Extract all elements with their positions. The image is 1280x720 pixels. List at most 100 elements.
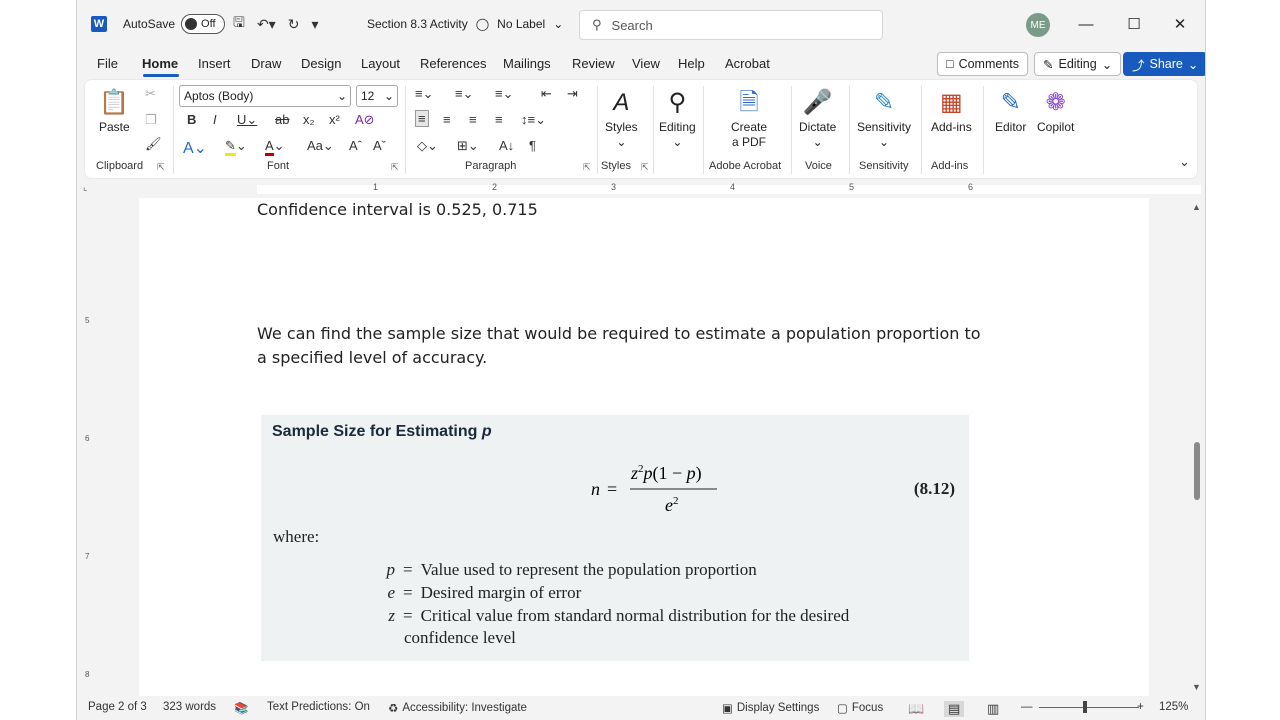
paragraph-line-2[interactable]: a specified level of accuracy. (257, 346, 487, 370)
sort-icon[interactable]: A↓ (499, 138, 514, 153)
justify-icon[interactable]: ≡ (495, 112, 503, 127)
decrease-indent-icon[interactable]: ⇤ (541, 86, 552, 102)
subscript-icon[interactable]: x₂ (303, 112, 315, 127)
grow-font-icon[interactable]: Aˆ (349, 138, 362, 153)
comments-button[interactable]: □ Comments (937, 52, 1028, 76)
paste-button[interactable]: 📋 Paste (99, 86, 130, 135)
tab-draw[interactable]: Draw (251, 56, 281, 71)
zoom-in-icon[interactable]: + (1137, 701, 1144, 713)
zoom-level[interactable]: 125% (1159, 701, 1188, 713)
sensitivity-label[interactable]: No Label (497, 17, 545, 31)
zoom-slider-thumb[interactable] (1083, 701, 1087, 713)
show-marks-icon[interactable]: ¶ (529, 138, 536, 153)
align-right-icon[interactable]: ≡ (469, 112, 477, 127)
increase-indent-icon[interactable]: ⇥ (567, 86, 578, 102)
paragraph-line-1[interactable]: We can find the sample size that would b… (257, 322, 981, 346)
tab-selector-icon[interactable]: ⌞ (83, 182, 87, 193)
styles-button[interactable]: A Styles ⌄ (605, 86, 638, 150)
zoom-out-icon[interactable]: — (1021, 701, 1033, 713)
scroll-down-icon[interactable]: ▼ (1192, 682, 1201, 692)
tab-design[interactable]: Design (301, 56, 341, 71)
page-count[interactable]: Page 2 of 3 (88, 701, 147, 713)
close-icon[interactable]: ✕ (1157, 0, 1203, 48)
tab-help[interactable]: Help (678, 56, 705, 71)
undo-icon[interactable]: ↶▾ (257, 16, 276, 33)
proofing-icon[interactable]: 📚 (234, 701, 248, 715)
collapse-ribbon-icon[interactable]: ⌄ (1179, 154, 1190, 170)
search-input[interactable]: Search (612, 18, 653, 33)
bold-icon[interactable]: B (187, 112, 196, 127)
tab-view[interactable]: View (632, 56, 660, 71)
share-button[interactable]: ⤴ Share ⌄ (1123, 52, 1205, 76)
tab-references[interactable]: References (420, 56, 486, 71)
clear-formatting-icon[interactable]: A⊘ (355, 112, 375, 128)
tab-mailings[interactable]: Mailings (503, 56, 551, 71)
dialog-launcher-icon[interactable]: ⇱ (641, 162, 649, 173)
editing-button[interactable]: ⚲ Editing ⌄ (659, 86, 696, 150)
dialog-launcher-icon[interactable]: ⇱ (583, 162, 591, 173)
dialog-launcher-icon[interactable]: ⇱ (157, 162, 165, 173)
display-settings[interactable]: ▣ Display Settings (722, 701, 819, 715)
borders-icon[interactable]: ⊞⌄ (457, 138, 479, 154)
accessibility-status[interactable]: ♻ Accessibility: Investigate (388, 701, 527, 715)
avatar[interactable]: ME (1026, 13, 1050, 37)
add-ins-button[interactable]: ▦ Add-ins (931, 86, 972, 135)
create-pdf-button[interactable]: 🗎 Create a PDF (731, 86, 767, 150)
dictate-button[interactable]: 🎤 Dictate ⌄ (799, 86, 836, 150)
document-page[interactable]: Confidence interval is 0.525, 0.715 We c… (139, 198, 1149, 696)
sensitivity-button[interactable]: ✎ Sensitivity ⌄ (857, 86, 911, 150)
font-size-select[interactable]: 12 ⌄ (356, 85, 398, 107)
vertical-scrollbar[interactable]: ▲ ▼ (1189, 198, 1205, 696)
italic-icon[interactable]: I (213, 112, 217, 127)
scrollbar-thumb[interactable] (1194, 442, 1200, 500)
chevron-down-icon[interactable]: ⌄ (553, 17, 563, 31)
tab-file[interactable]: File (97, 56, 118, 71)
editing-mode-button[interactable]: ✎ Editing ⌄ (1034, 52, 1122, 76)
redo-icon[interactable]: ↻ (288, 16, 300, 33)
document-title[interactable]: Section 8.3 Activity (367, 17, 468, 31)
tab-home[interactable]: Home (142, 56, 178, 71)
shrink-font-icon[interactable]: Aˇ (373, 138, 386, 153)
read-mode-icon[interactable]: 📖 (908, 701, 924, 717)
line-spacing-icon[interactable]: ↕≡⌄ (521, 112, 546, 128)
bullets-icon[interactable]: ≡⌄ (415, 86, 433, 102)
dialog-launcher-icon[interactable]: ⇱ (391, 162, 399, 173)
text-predictions[interactable]: Text Predictions: On (267, 701, 370, 713)
search-box[interactable]: ⚲ Search (579, 10, 883, 40)
format-painter-icon[interactable]: 🖌 (145, 136, 162, 152)
underline-icon[interactable]: U⌄ (237, 112, 257, 128)
maximize-icon[interactable]: ☐ (1111, 0, 1157, 48)
tab-insert[interactable]: Insert (198, 56, 231, 71)
customize-qat-icon[interactable]: ▾ (311, 16, 318, 33)
superscript-icon[interactable]: x² (329, 112, 340, 127)
word-count[interactable]: 323 words (163, 701, 216, 713)
text-effects-icon[interactable]: A⌄ (183, 138, 207, 158)
font-color-icon[interactable]: A⌄ (265, 138, 285, 156)
scroll-up-icon[interactable]: ▲ (1192, 202, 1201, 212)
cut-icon[interactable]: ✂ (145, 86, 156, 102)
zoom-slider[interactable] (1039, 707, 1139, 708)
numbering-icon[interactable]: ≡⌄ (455, 86, 473, 102)
ruler-track[interactable] (257, 185, 1201, 194)
confidence-interval-line[interactable]: Confidence interval is 0.525, 0.715 (257, 198, 538, 222)
change-case-icon[interactable]: Aa⌄ (307, 138, 334, 154)
print-layout-icon[interactable]: ▤ (944, 701, 965, 717)
minimize-icon[interactable]: — (1063, 0, 1109, 48)
save-icon[interactable]: 🖫 (233, 12, 245, 36)
tab-layout[interactable]: Layout (361, 56, 400, 71)
copilot-button[interactable]: ❁ Copilot (1037, 86, 1074, 135)
focus-mode[interactable]: ▢ Focus (837, 701, 883, 715)
editor-button[interactable]: ✎ Editor (995, 86, 1026, 135)
tab-acrobat[interactable]: Acrobat (725, 56, 770, 71)
multilevel-list-icon[interactable]: ≡⌄ (495, 86, 513, 102)
tab-review[interactable]: Review (572, 56, 615, 71)
strikethrough-icon[interactable]: ab (275, 112, 289, 127)
web-layout-icon[interactable]: ▥ (987, 701, 999, 717)
font-name-select[interactable]: Aptos (Body) ⌄ (179, 85, 351, 107)
align-left-icon[interactable]: ≡ (415, 110, 429, 127)
align-center-icon[interactable]: ≡ (443, 112, 451, 127)
autosave-toggle[interactable]: Off (181, 14, 226, 34)
copy-icon[interactable]: ❐ (145, 112, 157, 128)
shading-icon[interactable]: ◇⌄ (417, 138, 438, 154)
highlight-icon[interactable]: ✎⌄ (225, 138, 247, 156)
